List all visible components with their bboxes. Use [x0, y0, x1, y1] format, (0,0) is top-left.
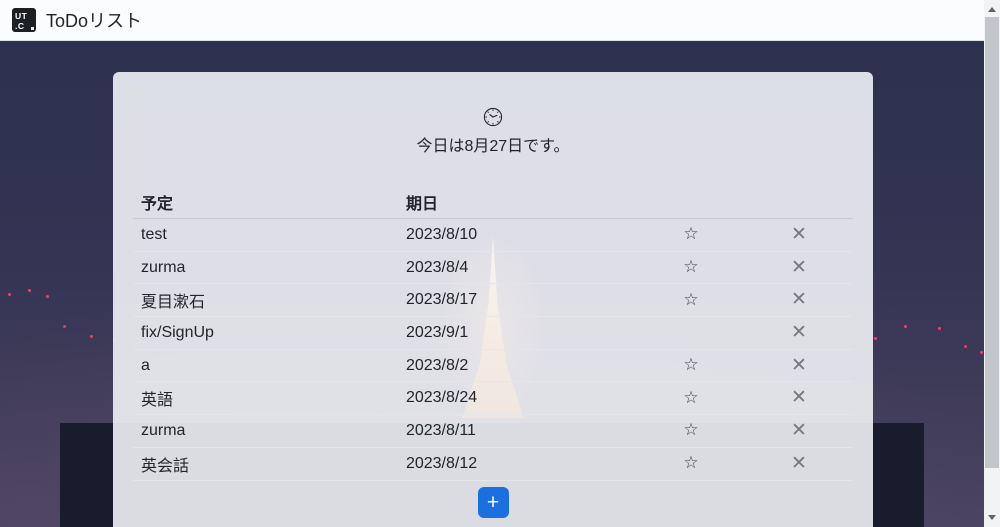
table-row: 英会話 2023/8/12 ☆ ✕ — [133, 448, 853, 481]
header-task: 予定 — [133, 190, 398, 214]
navbar: UT .C ToDoリスト — [0, 0, 984, 41]
table-row: zurma 2023/8/4 ☆ ✕ — [133, 252, 853, 285]
add-button-row: + — [133, 487, 853, 518]
task-name: zurma — [133, 422, 398, 440]
todo-table: 予定 期日 test 2023/8/10 ☆ ✕ zurma 2023/8/4 … — [133, 190, 853, 481]
due-date: 2023/8/12 — [398, 455, 637, 473]
scroll-up-arrow-icon[interactable] — [988, 7, 996, 12]
scrollbar-thumb[interactable] — [985, 17, 999, 468]
due-date: 2023/8/24 — [398, 389, 637, 407]
task-name: a — [133, 357, 398, 375]
task-name: test — [133, 226, 398, 244]
due-date: 2023/8/11 — [398, 422, 637, 440]
star-button[interactable]: ☆ — [683, 356, 698, 373]
app-viewport: UT .C ToDoリスト 今日は8月27日です。 — [0, 0, 1000, 527]
table-row: fix/SignUp 2023/9/1 ✕ — [133, 317, 853, 350]
aviation-lights — [874, 337, 877, 340]
clock-icon — [481, 105, 505, 129]
aviation-lights — [8, 293, 11, 296]
task-name: zurma — [133, 259, 398, 277]
task-name: fix/SignUp — [133, 324, 398, 342]
delete-button[interactable]: ✕ — [791, 388, 807, 407]
todo-card: 今日は8月27日です。 予定 期日 test 2023/8/10 ☆ ✕ zur… — [113, 72, 873, 527]
table-row: zurma 2023/8/11 ☆ ✕ — [133, 415, 853, 448]
delete-button[interactable]: ✕ — [791, 323, 807, 342]
today-date-text: 今日は8月27日です。 — [416, 132, 569, 156]
delete-button[interactable]: ✕ — [791, 225, 807, 244]
delete-button[interactable]: ✕ — [791, 258, 807, 277]
task-name: 夏目漱石 — [133, 288, 398, 312]
logo-cursor-dot — [31, 27, 34, 30]
delete-button[interactable]: ✕ — [791, 421, 807, 440]
table-header-row: 予定 期日 — [133, 190, 853, 219]
due-date: 2023/8/10 — [398, 226, 637, 244]
task-name: 英語 — [133, 386, 398, 410]
due-date: 2023/8/4 — [398, 259, 637, 277]
star-button[interactable]: ☆ — [683, 389, 698, 406]
vertical-scrollbar[interactable] — [984, 0, 1000, 527]
star-button[interactable]: ☆ — [683, 225, 698, 242]
star-button[interactable]: ☆ — [683, 421, 698, 438]
star-button[interactable]: ☆ — [683, 258, 698, 275]
table-row: 英語 2023/8/24 ☆ ✕ — [133, 382, 853, 415]
delete-button[interactable]: ✕ — [791, 290, 807, 309]
delete-button[interactable]: ✕ — [791, 356, 807, 375]
task-name: 英会話 — [133, 452, 398, 476]
scroll-down-arrow-icon[interactable] — [988, 515, 996, 520]
table-row: 夏目漱石 2023/8/17 ☆ ✕ — [133, 284, 853, 317]
header-due: 期日 — [398, 190, 637, 214]
due-date: 2023/8/2 — [398, 357, 637, 375]
star-button[interactable]: ☆ — [683, 291, 698, 308]
add-todo-button[interactable]: + — [478, 487, 509, 518]
logo-line1: UT — [15, 11, 36, 21]
due-date: 2023/9/1 — [398, 324, 637, 342]
star-button[interactable]: ☆ — [683, 454, 698, 471]
utcode-logo-icon[interactable]: UT .C — [12, 8, 36, 32]
table-row: test 2023/8/10 ☆ ✕ — [133, 219, 853, 252]
app-title: ToDoリスト — [46, 7, 142, 33]
table-row: a 2023/8/2 ☆ ✕ — [133, 350, 853, 383]
today-banner: 今日は8月27日です。 — [133, 90, 853, 170]
delete-button[interactable]: ✕ — [791, 454, 807, 473]
due-date: 2023/8/17 — [398, 291, 637, 309]
